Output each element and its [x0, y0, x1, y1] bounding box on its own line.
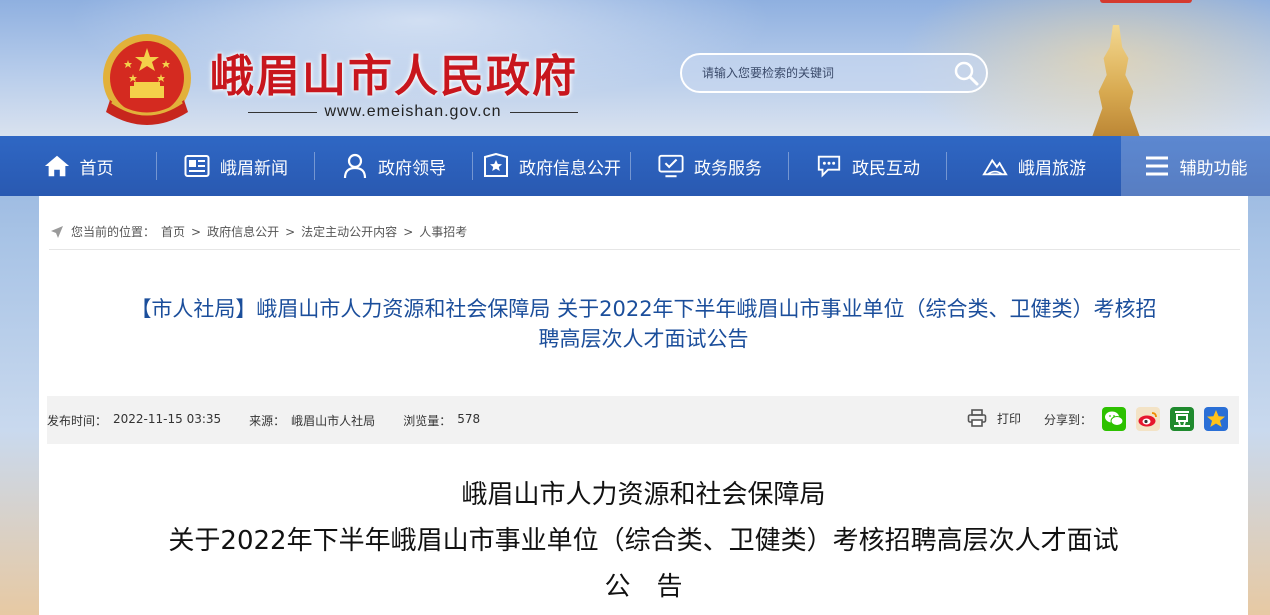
- main-nav: 首页 峨眉新闻 政府领导 政府信息公开 政务服务 政民互动 峨眉旅游 辅助功能: [0, 136, 1270, 196]
- print-button[interactable]: 打印: [967, 409, 1021, 427]
- site-title[interactable]: 峨眉山市人民政府: [210, 40, 578, 104]
- headline-line: 聘高层次人才面试公告: [538, 327, 749, 351]
- star-document-icon: [483, 153, 509, 179]
- nav-label: 政府领导: [378, 158, 446, 179]
- article-meta: 发布时间： 2022-11-15 03:35 来源： 峨眉山市人社局 浏览量： …: [47, 412, 480, 429]
- headline-line: 【市人社局】峨眉山市人力资源和社会保障局 关于2022年下半年峨眉山市事业单位（…: [130, 297, 1157, 321]
- article-headline: 【市人社局】峨眉山市人力资源和社会保障局 关于2022年下半年峨眉山市事业单位（…: [59, 294, 1228, 354]
- weibo-icon: [1138, 412, 1157, 427]
- nav-item-leaders[interactable]: 政府领导: [315, 136, 473, 196]
- national-emblem-logo: [103, 34, 191, 125]
- divider: [248, 111, 317, 113]
- article-body-title-line: 峨眉山市人力资源和社会保障局: [461, 480, 826, 510]
- share-weibo-button[interactable]: [1136, 407, 1161, 431]
- share-qzone-button[interactable]: [1204, 407, 1229, 431]
- site-url: www.emeishan.gov.cn: [324, 103, 502, 120]
- wechat-icon: [1105, 411, 1124, 426]
- monitor-icon: [658, 153, 684, 179]
- share-douban-button[interactable]: [1170, 407, 1195, 431]
- menu-icon: [1144, 153, 1170, 179]
- nav-item-info-disclosure[interactable]: 政府信息公开: [473, 136, 631, 196]
- article-body-title-line: 公 告: [604, 572, 683, 602]
- nav-label: 政民互动: [852, 158, 920, 179]
- nav-label: 政务服务: [694, 158, 762, 179]
- home-icon: [44, 153, 70, 179]
- breadcrumb-separator: >: [403, 224, 414, 239]
- nav-item-accessibility[interactable]: 辅助功能: [1121, 136, 1270, 196]
- source-label: 来源：: [249, 414, 286, 428]
- divider: [49, 249, 1240, 250]
- nav-item-news[interactable]: 峨眉新闻: [157, 136, 315, 196]
- mountain-icon: [982, 153, 1008, 179]
- golden-pagoda-decoration: [1092, 25, 1140, 136]
- nav-item-home[interactable]: 首页: [0, 136, 157, 196]
- views-label: 浏览量：: [403, 414, 452, 428]
- nav-label: 辅助功能: [1179, 158, 1248, 179]
- breadcrumb-link-info-disclosure[interactable]: 政府信息公开: [207, 223, 279, 240]
- source-value: 峨眉山市人社局: [291, 414, 376, 428]
- search-box: [680, 53, 988, 93]
- nav-label: 首页: [79, 158, 114, 179]
- breadcrumb-link-home[interactable]: 首页: [161, 223, 185, 240]
- article-body-title-line: 关于2022年下半年峨眉山市事业单位（综合类、卫健类）考核招聘高层次人才面试: [168, 526, 1119, 556]
- search-icon: [954, 61, 979, 86]
- breadcrumb-separator: >: [285, 224, 296, 239]
- article-panel: 您当前的位置： 首页 > 政府信息公开 > 法定主动公开内容 > 人事招考 【市…: [39, 196, 1248, 615]
- article-meta-bar: 发布时间： 2022-11-15 03:35 来源： 峨眉山市人社局 浏览量： …: [47, 396, 1239, 444]
- news-icon: [184, 153, 210, 179]
- breadcrumb-link-statutory-content[interactable]: 法定主动公开内容: [301, 223, 397, 240]
- print-label: 打印: [997, 411, 1022, 426]
- nav-label: 峨眉旅游: [1018, 158, 1086, 179]
- nav-item-tourism[interactable]: 峨眉旅游: [947, 136, 1121, 196]
- search-button[interactable]: [946, 55, 986, 91]
- person-icon: [342, 153, 368, 179]
- nav-label: 峨眉新闻: [220, 158, 288, 179]
- views-value: 578: [457, 412, 481, 426]
- publish-time-value: 2022-11-15 03:35: [113, 412, 222, 426]
- share-label: 分享到：: [1044, 412, 1093, 427]
- chat-icon: [816, 153, 842, 179]
- breadcrumb-prefix: 您当前的位置：: [71, 225, 156, 239]
- printer-icon: [967, 409, 987, 427]
- breadcrumb: 您当前的位置： 首页 > 政府信息公开 > 法定主动公开内容 > 人事招考: [49, 223, 467, 240]
- publish-time-label: 发布时间：: [47, 414, 108, 428]
- douban-icon: [1174, 411, 1191, 427]
- nav-item-services[interactable]: 政务服务: [631, 136, 789, 196]
- top-accent-tab: [1100, 0, 1192, 3]
- site-url-row: www.emeishan.gov.cn: [248, 102, 578, 122]
- breadcrumb-link-recruitment[interactable]: 人事招考: [419, 223, 467, 240]
- location-arrow-icon: [51, 225, 63, 238]
- site-header: 峨眉山市人民政府 www.emeishan.gov.cn: [0, 0, 1270, 136]
- search-input[interactable]: [682, 65, 946, 81]
- breadcrumb-separator: >: [191, 224, 202, 239]
- nav-label: 政府信息公开: [519, 158, 621, 179]
- share-wechat-button[interactable]: [1102, 407, 1127, 431]
- divider: [509, 111, 578, 113]
- share-group: 分享到：: [1044, 407, 1229, 431]
- nav-item-interaction[interactable]: 政民互动: [789, 136, 947, 196]
- qzone-icon: [1207, 410, 1226, 427]
